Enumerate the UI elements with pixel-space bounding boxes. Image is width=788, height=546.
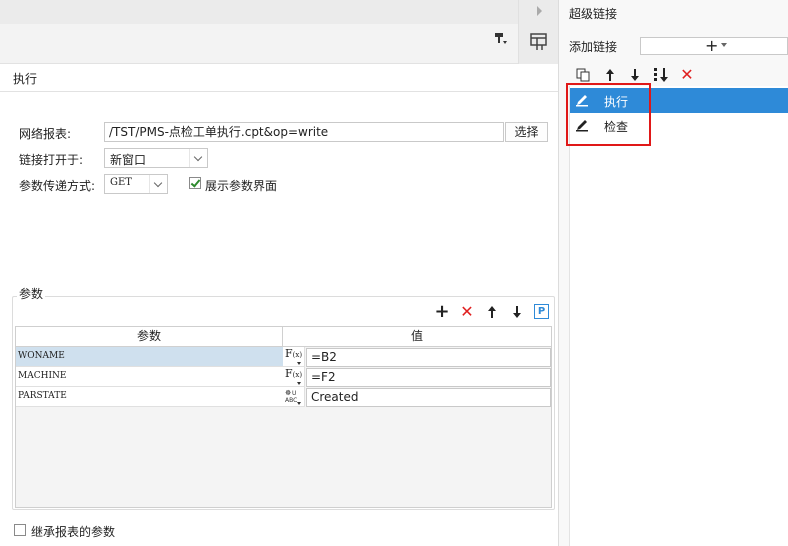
formula-icon[interactable]: F(x) — [283, 367, 305, 387]
svg-text:U: U — [292, 390, 296, 397]
open-in-label: 链接打开于: — [19, 153, 84, 167]
move-up-icon[interactable] — [484, 304, 500, 320]
param-method-label: 参数传递方式: — [19, 179, 96, 193]
add-link-label: 添加链接 — [569, 40, 618, 54]
param-name-cell[interactable]: MACHINE — [16, 367, 283, 387]
cell-attribute-icon[interactable] — [530, 33, 548, 51]
format-paint-icon[interactable] — [494, 32, 508, 46]
delete-param-icon[interactable]: ✕ — [459, 304, 475, 320]
delete-icon[interactable]: ✕ — [679, 67, 695, 83]
report-label: 网络报表: — [19, 127, 72, 141]
move-down-icon[interactable] — [627, 67, 643, 83]
column-header-value: 值 — [283, 327, 551, 347]
link-tab-header: 执行 — [0, 64, 558, 92]
param-value-field[interactable]: =B2 — [306, 348, 551, 367]
param-value-field[interactable]: =F2 — [306, 368, 551, 387]
show-params-label: 展示参数界面 — [205, 179, 278, 193]
svg-text:ABC: ABC — [285, 397, 297, 404]
report-path-field[interactable]: /TST/PMS-点检工单执行.cpt&op=write — [104, 122, 504, 142]
param-name-cell[interactable]: WONAME — [16, 347, 283, 367]
add-icon: + — [705, 36, 719, 55]
move-bottom-icon[interactable] — [653, 67, 669, 83]
param-method-value: GET — [110, 177, 132, 188]
chevron-down-icon — [189, 149, 207, 167]
column-header-param: 参数 — [16, 327, 283, 347]
param-name-cell[interactable]: PARSTATE — [16, 387, 283, 407]
panel-title: 超级链接 — [569, 7, 618, 21]
top-bar — [0, 0, 518, 24]
move-down-icon[interactable] — [509, 304, 525, 320]
inherit-params-label: 继承报表的参数 — [31, 525, 116, 539]
formula-icon[interactable]: F(x) — [283, 347, 305, 367]
open-in-select[interactable]: 新窗口 — [104, 148, 208, 168]
add-param-icon[interactable]: + — [434, 303, 450, 321]
chevron-down-icon — [721, 43, 727, 47]
select-button[interactable]: 选择 — [505, 122, 548, 142]
param-p-icon[interactable]: P — [534, 304, 549, 319]
annotation-highlight-box — [566, 83, 651, 146]
copy-icon[interactable] — [575, 67, 591, 83]
add-link-dropdown[interactable]: + — [640, 37, 788, 55]
params-group-title: 参数 — [17, 285, 46, 302]
collapse-arrow-icon[interactable] — [536, 5, 544, 17]
open-in-value: 新窗口 — [110, 153, 147, 167]
svg-text:☸: ☸ — [285, 389, 291, 397]
chevron-down-icon — [149, 175, 167, 193]
param-method-select[interactable]: GET — [104, 174, 168, 194]
params-table: 参数 值 WONAME F(x) =B2 MACHINE F(x) =F2 PA… — [15, 326, 552, 508]
move-up-icon[interactable] — [602, 67, 618, 83]
text-type-icon[interactable]: ☸ U ABC — [283, 387, 305, 407]
link-list — [569, 86, 788, 546]
side-strip — [518, 0, 558, 64]
inherit-params-checkbox[interactable] — [14, 524, 26, 536]
show-params-checkbox[interactable] — [189, 177, 201, 189]
tab-title: 执行 — [13, 72, 38, 86]
param-value-field[interactable]: Created — [306, 388, 551, 407]
editor-toolbar — [0, 24, 518, 64]
